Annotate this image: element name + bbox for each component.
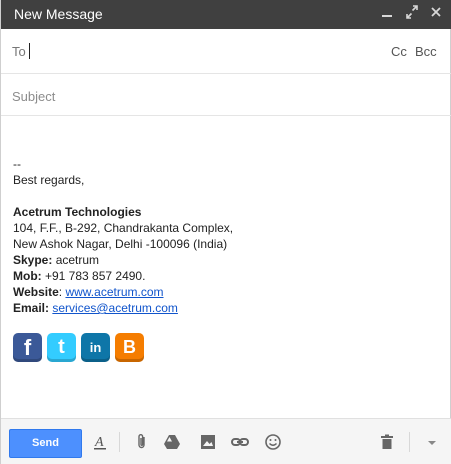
minimize-icon[interactable] (379, 4, 395, 24)
signature-separator: -- (13, 157, 21, 171)
twitter-icon[interactable]: t (47, 333, 76, 362)
mob-label: Mob: (13, 269, 42, 283)
website-link[interactable]: www.acetrum.com (65, 285, 163, 299)
company-name: Acetrum Technologies (13, 205, 142, 219)
email-link[interactable]: services@acetrum.com (52, 301, 178, 315)
subject-row[interactable] (1, 74, 451, 116)
to-label: To (12, 44, 26, 59)
address-line-2: New Ashok Nagar, Delhi -100096 (India) (13, 237, 228, 251)
cc-button[interactable]: Cc (391, 44, 407, 59)
compose-title: New Message (14, 6, 103, 22)
mob-value: +91 783 857 2490. (41, 269, 146, 283)
address-line-1: 104, F.F., B-292, Chandrakanta Complex, (13, 221, 234, 235)
blogger-icon[interactable]: B (115, 333, 144, 362)
greeting-text: Best regards, (13, 173, 85, 187)
toolbar-separator (409, 432, 410, 452)
linkedin-icon[interactable]: in (81, 333, 110, 362)
skype-value: acetrum (52, 253, 100, 267)
subject-input[interactable] (12, 86, 432, 106)
close-icon[interactable] (428, 4, 444, 24)
insert-photo-icon[interactable] (198, 430, 218, 454)
drive-icon[interactable] (162, 430, 182, 454)
facebook-icon[interactable]: f (13, 333, 42, 362)
to-input[interactable] (31, 39, 375, 65)
to-row[interactable]: To Cc Bcc (1, 29, 451, 74)
attach-icon[interactable] (132, 430, 152, 454)
insert-link-icon[interactable] (230, 430, 250, 454)
emoji-icon[interactable] (263, 430, 283, 454)
compose-window: New Message To Cc Bcc -- Best regards, A… (0, 0, 451, 464)
website-label: Website (13, 285, 59, 299)
more-options-icon[interactable] (422, 430, 442, 454)
formatting-icon[interactable]: A (90, 430, 110, 454)
toolbar-separator (119, 432, 120, 452)
message-body[interactable]: -- Best regards, Acetrum Technologies 10… (13, 156, 433, 316)
bcc-button[interactable]: Bcc (415, 44, 437, 59)
compose-titlebar[interactable]: New Message (1, 0, 451, 29)
compose-toolbar: Send A (1, 418, 451, 464)
trash-icon[interactable] (377, 430, 397, 454)
send-button[interactable]: Send (9, 429, 82, 458)
email-label: Email: (13, 301, 50, 315)
text-cursor (29, 43, 30, 59)
svg-text:A: A (94, 435, 104, 450)
skype-label: Skype: (13, 253, 53, 267)
expand-icon[interactable] (404, 4, 420, 24)
